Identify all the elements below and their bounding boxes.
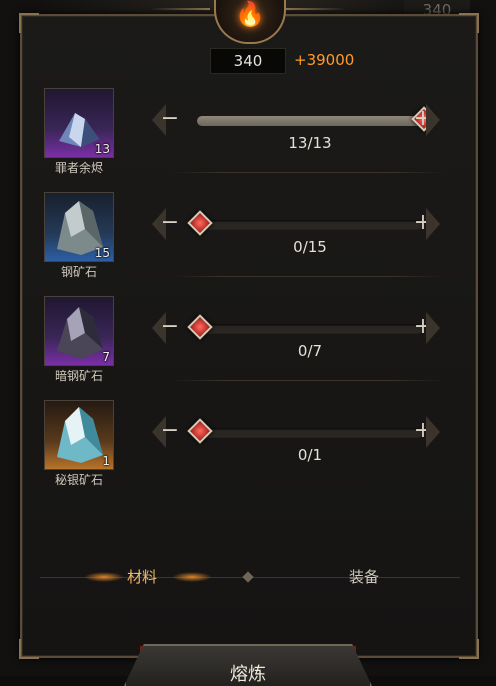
quantity-readout: 0/15 (293, 238, 327, 256)
quantity-readout: 0/1 (297, 446, 323, 464)
quantity-slider[interactable] (187, 210, 423, 236)
value-summary: 340 +39000 (0, 44, 496, 74)
material-row: 1 秘银矿石 − + 0/1 (22, 400, 474, 496)
material-row: 13 罪者余烬 − + 13/13 (22, 88, 474, 184)
increase-arrow (426, 312, 440, 344)
tab-materials[interactable]: 材料 (92, 565, 192, 589)
item-count: 15 (94, 246, 110, 260)
material-row: 7 暗钢矿石 − + 0/7 (22, 296, 474, 392)
steel-ore-item-icon[interactable]: 15 (44, 192, 114, 262)
tab-bar: 材料 装备 (20, 563, 476, 593)
slider-fill (197, 116, 423, 126)
slider-handle[interactable] (187, 210, 213, 236)
increase-arrow (426, 208, 440, 240)
item-name: 暗钢矿石 (54, 369, 103, 383)
dark-steel-ore-item-icon[interactable]: 7 (44, 296, 114, 366)
slider-handle[interactable] (187, 418, 213, 444)
increase-arrow (426, 416, 440, 448)
smelt-button-label: 熔炼 (230, 664, 266, 685)
row-divider (172, 380, 444, 381)
frame-corner (19, 639, 39, 659)
row-divider (172, 172, 444, 173)
emblem-ornament (150, 8, 210, 10)
quantity-slider[interactable] (187, 314, 423, 340)
gain-value: +39000 (294, 51, 355, 69)
increase-arrow (426, 104, 440, 136)
quantity-slider[interactable] (197, 106, 437, 132)
smelt-button[interactable]: 熔炼 (124, 644, 372, 686)
frame-corner (19, 13, 39, 33)
quantity-readout: 0/7 (297, 342, 323, 360)
row-divider (172, 276, 444, 277)
mithril-ore-item-icon[interactable]: 1 (44, 400, 114, 470)
quantity-readout: 13/13 (288, 134, 332, 152)
item-count: 13 (94, 142, 110, 156)
ember-item-icon[interactable]: 13 (44, 88, 114, 158)
frame-corner (459, 639, 479, 659)
slider-handle[interactable] (187, 314, 213, 340)
item-name: 罪者余烬 (54, 161, 103, 175)
quantity-slider[interactable] (187, 418, 423, 444)
item-count: 1 (102, 454, 110, 468)
emblem-ornament (286, 8, 346, 10)
item-name: 秘银矿石 (54, 473, 103, 487)
item-count: 7 (102, 350, 110, 364)
decrease-button[interactable]: − (159, 108, 181, 131)
flame-icon: 🔥 (235, 0, 265, 28)
material-row: 15 钢矿石 − + 0/15 (22, 192, 474, 288)
item-name: 钢矿石 (60, 265, 97, 279)
tab-separator-dot (242, 571, 254, 583)
decrease-button[interactable]: − (159, 420, 181, 443)
current-value: 340 (210, 48, 286, 74)
tab-equipment[interactable]: 装备 (314, 565, 414, 589)
frame-corner (459, 13, 479, 33)
decrease-button[interactable]: − (159, 212, 181, 235)
decrease-button[interactable]: − (159, 316, 181, 339)
